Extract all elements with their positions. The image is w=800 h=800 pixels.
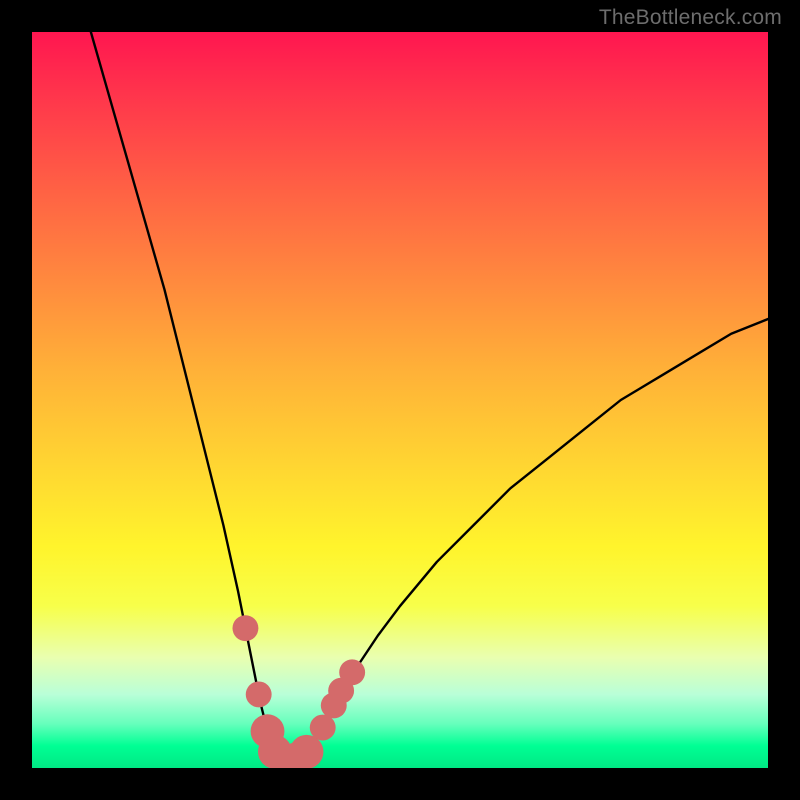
chart-frame: TheBottleneck.com	[0, 0, 800, 800]
chart-svg	[32, 32, 768, 768]
watermark-text: TheBottleneck.com	[599, 6, 782, 30]
curve-dot	[232, 615, 258, 641]
plot-area	[32, 32, 768, 768]
curve-dot	[310, 715, 336, 741]
curve-dot	[246, 681, 272, 707]
curve-dot	[339, 659, 365, 685]
curve-dot	[290, 735, 324, 768]
curve-dots	[232, 615, 365, 768]
bottleneck-curve	[91, 32, 768, 763]
